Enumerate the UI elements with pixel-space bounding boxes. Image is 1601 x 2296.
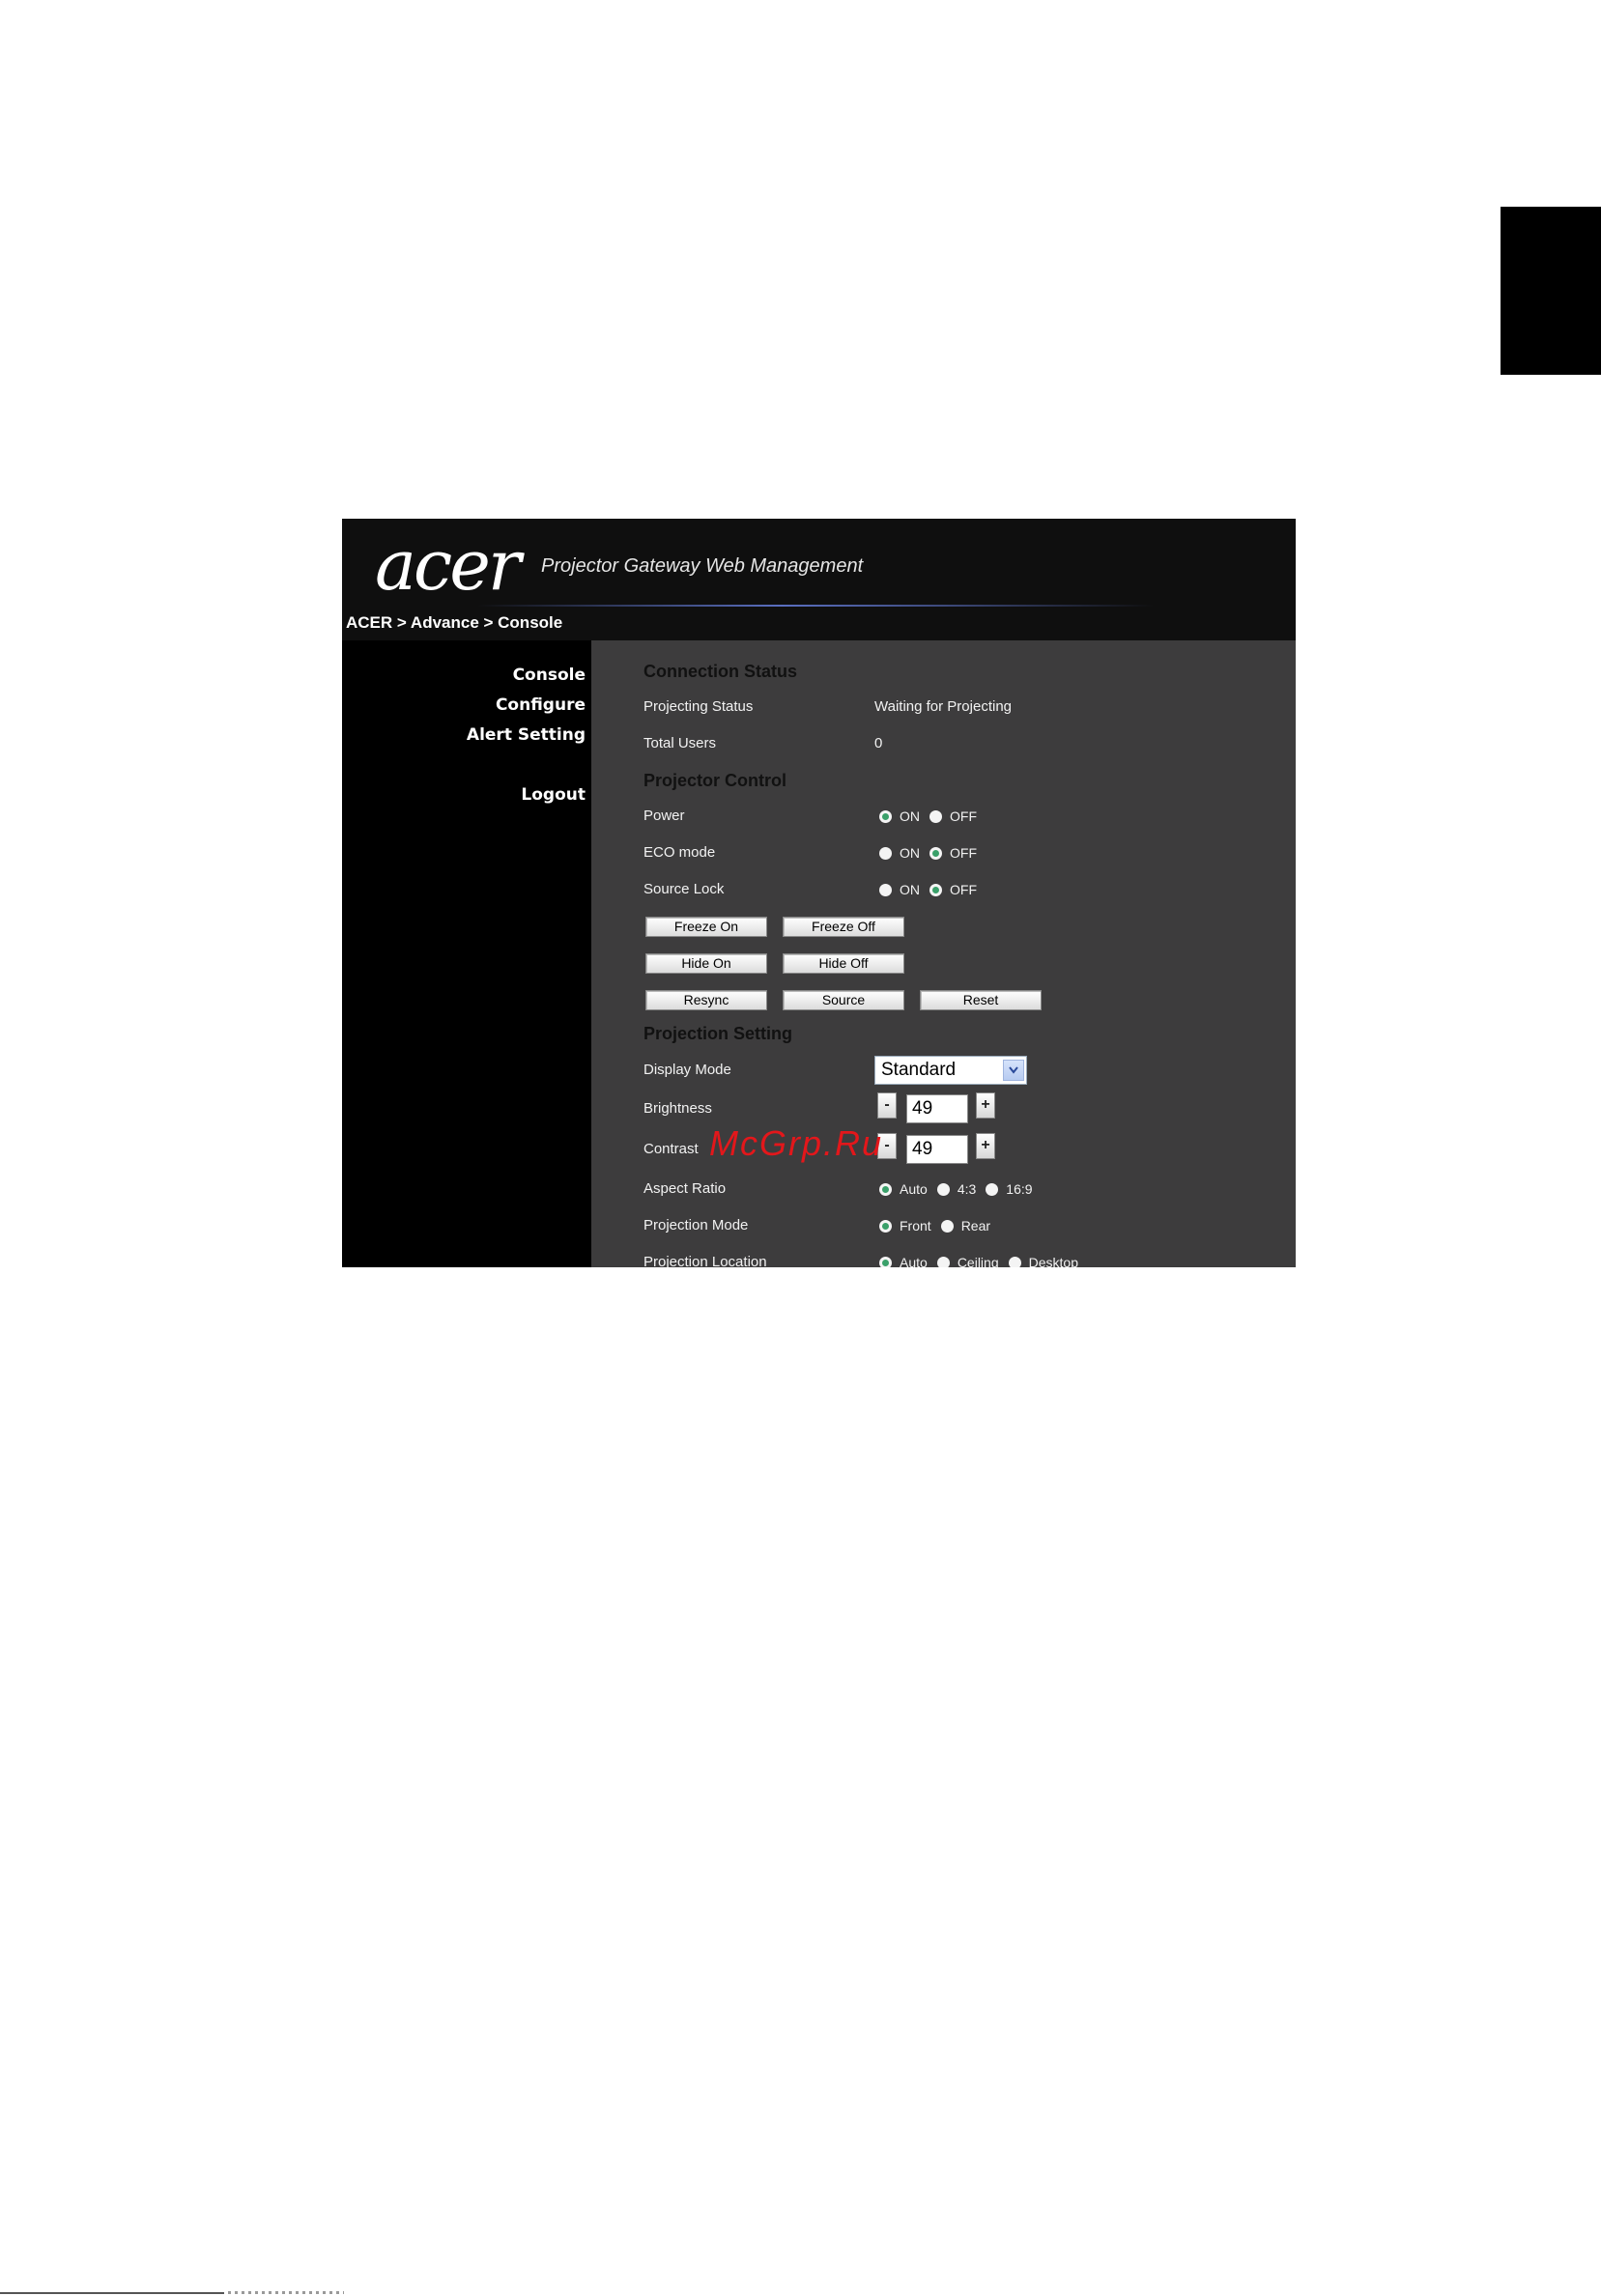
chevron-down-icon[interactable] (1003, 1060, 1024, 1081)
projection-mode-radio-group: Front Rear (879, 1218, 1000, 1233)
location-desktop-radio[interactable] (1008, 1256, 1021, 1267)
source-lock-off-label: OFF (950, 882, 977, 897)
app-title: Projector Gateway Web Management (541, 555, 864, 577)
hide-on-button[interactable]: Hide On (645, 953, 767, 974)
aspect-4-3-label: 4:3 (957, 1181, 977, 1197)
console-panel: Connection Status Projecting Status Wait… (591, 640, 1296, 1267)
power-on-radio[interactable] (879, 809, 892, 823)
eco-off-radio[interactable] (929, 846, 942, 860)
location-desktop-label: Desktop (1028, 1255, 1078, 1267)
eco-on-radio[interactable] (879, 846, 892, 860)
source-lock-radio-group: ON OFF (879, 882, 986, 897)
contrast-increase-button[interactable]: + (976, 1133, 995, 1159)
aspect-16-9-label: 16:9 (1006, 1181, 1033, 1197)
source-lock-label: Source Lock (643, 881, 725, 897)
projection-setting-heading: Projection Setting (643, 1024, 793, 1043)
sidebar: Console Configure Alert Setting Logout (342, 640, 591, 1267)
header-divider (477, 605, 1154, 607)
nav-console[interactable]: Console (513, 666, 586, 685)
nav-logout[interactable]: Logout (521, 785, 586, 805)
aspect-auto-label: Auto (900, 1181, 928, 1197)
brightness-label: Brightness (643, 1100, 712, 1117)
projection-location-label: Projection Location (643, 1254, 767, 1267)
source-lock-off-radio[interactable] (929, 883, 942, 896)
hide-off-button[interactable]: Hide Off (783, 953, 904, 974)
watermark: McGrp.Ru (709, 1123, 884, 1163)
eco-on-label: ON (900, 845, 920, 861)
display-mode-value: Standard (881, 1060, 957, 1080)
projector-control-heading: Projector Control (643, 771, 787, 790)
power-radio-group: ON OFF (879, 808, 986, 824)
eco-mode-radio-group: ON OFF (879, 845, 986, 861)
resync-button[interactable]: Resync (645, 990, 767, 1010)
power-on-label: ON (900, 808, 920, 824)
location-ceiling-label: Ceiling (957, 1255, 999, 1267)
aspect-auto-radio[interactable] (879, 1182, 892, 1196)
display-mode-label: Display Mode (643, 1062, 731, 1078)
eco-off-label: OFF (950, 845, 977, 861)
projection-front-label: Front (900, 1218, 931, 1233)
source-button[interactable]: Source (783, 990, 904, 1010)
aspect-4-3-radio[interactable] (936, 1182, 950, 1196)
brightness-input[interactable]: 49 (906, 1094, 968, 1123)
footer-dots (228, 2291, 344, 2294)
projection-location-radio-group: Auto Ceiling Desktop (879, 1255, 1088, 1267)
total-users-label: Total Users (643, 735, 717, 751)
location-auto-radio[interactable] (879, 1256, 892, 1267)
nav-alert-setting[interactable]: Alert Setting (467, 725, 586, 745)
connection-status-heading: Connection Status (643, 662, 798, 681)
freeze-on-button[interactable]: Freeze On (645, 917, 767, 937)
acer-logo: acer (375, 524, 521, 606)
projection-front-radio[interactable] (879, 1219, 892, 1233)
contrast-input[interactable]: 49 (906, 1135, 968, 1164)
brightness-decrease-button[interactable]: - (877, 1092, 897, 1119)
aspect-ratio-radio-group: Auto 4:3 16:9 (879, 1181, 1043, 1197)
aspect-16-9-radio[interactable] (986, 1182, 999, 1196)
footer-rule (0, 2292, 224, 2294)
freeze-off-button[interactable]: Freeze Off (783, 917, 904, 937)
total-users-value: 0 (874, 735, 883, 751)
contrast-label: Contrast (643, 1141, 699, 1157)
source-lock-on-radio[interactable] (879, 883, 892, 896)
location-ceiling-radio[interactable] (936, 1256, 950, 1267)
projecting-status-value: Waiting for Projecting (874, 698, 1013, 715)
page-side-tab (1501, 207, 1601, 375)
power-off-label: OFF (950, 808, 977, 824)
aspect-ratio-label: Aspect Ratio (643, 1180, 727, 1197)
projection-mode-label: Projection Mode (643, 1217, 749, 1233)
breadcrumb: ACER > Advance > Console (346, 613, 563, 632)
source-lock-on-label: ON (900, 882, 920, 897)
reset-button[interactable]: Reset (920, 990, 1042, 1010)
projection-rear-label: Rear (960, 1218, 991, 1233)
eco-mode-label: ECO mode (643, 844, 716, 861)
brightness-increase-button[interactable]: + (976, 1092, 995, 1119)
projection-rear-radio[interactable] (940, 1219, 954, 1233)
projecting-status-label: Projecting Status (643, 698, 754, 715)
power-off-radio[interactable] (929, 809, 942, 823)
location-auto-label: Auto (900, 1255, 928, 1267)
nav-configure[interactable]: Configure (496, 695, 586, 715)
power-label: Power (643, 808, 685, 824)
display-mode-select[interactable]: Standard (874, 1056, 1027, 1085)
header: acer Projector Gateway Web Management AC… (342, 519, 1296, 640)
